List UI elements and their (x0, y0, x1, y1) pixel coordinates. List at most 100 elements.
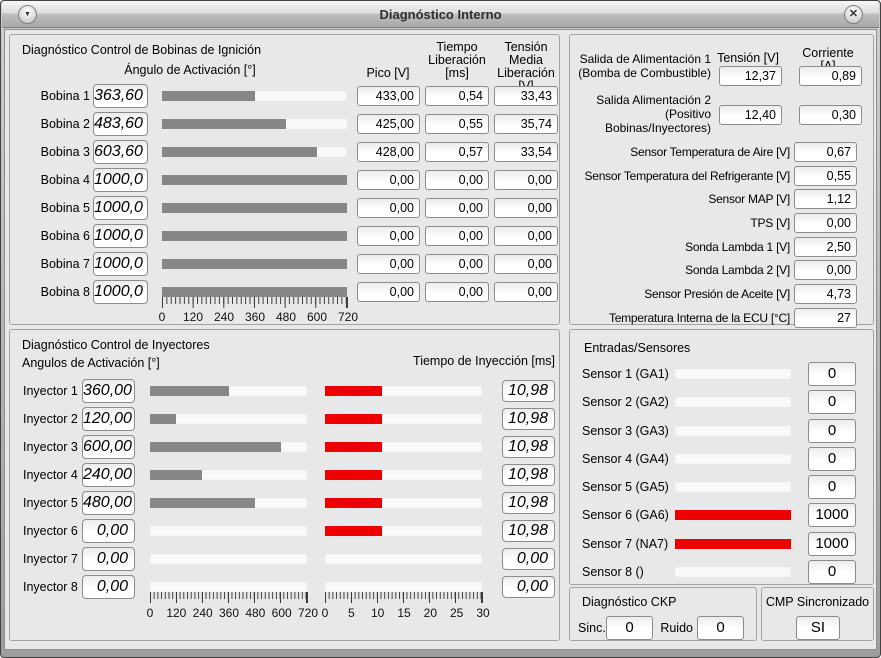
injector-time-value[interactable]: 10,98 (502, 464, 555, 486)
ckp-sync-label: Sinc. (578, 616, 605, 640)
coil-angle-input[interactable]: 363,60 (93, 84, 148, 108)
coil-angle-bar (162, 231, 347, 241)
coil-row: Bobina 4 1000,0 0,00 0,00 0,00 (10, 168, 558, 192)
coil-release-time: 0,00 (425, 226, 489, 246)
coils-subtitle: Ángulo de Activación [°] (100, 63, 280, 77)
coil-label: Bobina 2 (10, 112, 90, 136)
injector-time-value[interactable]: 10,98 (502, 436, 555, 458)
injector-time-bar (325, 526, 482, 536)
ckp-noise-label: Ruido (659, 616, 693, 640)
tick-label: 360 (219, 606, 239, 620)
injector-time-value[interactable]: 10,98 (502, 492, 555, 514)
power-header-voltage: Tensión [V] (715, 52, 781, 65)
coil-row: Bobina 7 1000,0 0,00 0,00 0,00 (10, 252, 558, 276)
inputs-panel: Entradas/Sensores Sensor 1 (GA1) 0 Senso… (569, 329, 874, 585)
input-sensor-bar (675, 369, 791, 379)
coils-header-release-time: Tiempo Liberación [ms] (424, 41, 490, 80)
analog-sensor-value: 2,50 (794, 237, 857, 257)
power-output1-label-line2: (Bomba de Combustible) (570, 66, 711, 80)
coil-angle-input[interactable]: 1000,0 (93, 252, 148, 276)
input-sensor-value: 1000 (808, 503, 856, 527)
analog-sensor-row: Sensor Presión de Aceite [V] 4,73 (570, 284, 857, 304)
injector-row: Inyector 2 120,00 10,98 (10, 407, 555, 431)
injector-row: Inyector 7 0,00 0,00 (10, 547, 555, 571)
coil-row: Bobina 2 483,60 425,00 0,55 35,74 (10, 112, 558, 136)
injectors-rows: Inyector 1 360,00 10,98 Inyector 2 120, (10, 379, 555, 599)
injector-row: Inyector 4 240,00 10,98 (10, 463, 555, 487)
coil-angle-bar (162, 259, 347, 269)
injector-angle-input[interactable]: 600,00 (82, 435, 135, 459)
coil-row: Bobina 6 1000,0 0,00 0,00 0,00 (10, 224, 558, 248)
coil-angle-input[interactable]: 1000,0 (93, 168, 148, 192)
tick-label: 0 (322, 606, 329, 620)
analog-sensor-value: 0,67 (794, 142, 857, 162)
analog-sensor-label: Temperatura Interna de la ECU [°C] (570, 308, 790, 328)
injector-time-value[interactable]: 10,98 (502, 408, 555, 430)
injector-angle-input[interactable]: 480,00 (82, 491, 135, 515)
input-sensor-row: Sensor 1 (GA1) 0 (570, 362, 856, 386)
cmp-panel: CMP Sincronizado SI (761, 587, 874, 641)
tick-label: 20 (424, 606, 437, 620)
injector-label: Inyector 8 (23, 575, 77, 599)
coil-label: Bobina 8 (10, 280, 90, 304)
coil-release-time: 0,57 (425, 142, 489, 162)
bar-fill (675, 510, 791, 520)
close-button[interactable]: ✕ (844, 5, 863, 24)
analog-sensor-value: 1,12 (794, 189, 857, 209)
coils-angle-tick-labels: 0120240360480600720 (162, 310, 348, 324)
tick-label: 240 (193, 606, 213, 620)
tick-label: 600 (307, 310, 327, 324)
analog-sensor-value: 27 (794, 308, 857, 328)
bar-fill (325, 414, 382, 424)
coil-angle-input[interactable]: 1000,0 (93, 280, 148, 304)
coil-angle-input[interactable]: 1000,0 (93, 224, 148, 248)
coil-peak-voltage: 425,00 (357, 114, 420, 134)
injector-time-value[interactable]: 0,00 (502, 576, 555, 598)
injector-time-value[interactable]: 0,00 (502, 548, 555, 570)
injector-angle-input[interactable]: 0,00 (82, 519, 135, 543)
injector-angle-bar (150, 442, 307, 452)
input-sensor-label: Sensor 8 () (582, 560, 670, 584)
coil-angle-input[interactable]: 603,60 (93, 140, 148, 164)
coil-release-time: 0,55 (425, 114, 489, 134)
injector-angle-input[interactable]: 0,00 (82, 575, 135, 599)
injector-row: Inyector 6 0,00 10,98 (10, 519, 555, 543)
bar-fill (162, 91, 255, 101)
injector-time-bar (325, 386, 482, 396)
analog-sensor-label: Sensor Temperatura de Aire [V] (570, 142, 790, 162)
analog-sensor-row: Sensor Temperatura de Aire [V] 0,67 (570, 142, 857, 162)
input-sensor-value: 0 (808, 390, 856, 414)
input-sensor-row: Sensor 3 (GA3) 0 (570, 419, 856, 443)
bar-fill (325, 442, 382, 452)
ckp-sync-value: 0 (606, 616, 653, 640)
analog-sensor-value: 0,00 (794, 260, 857, 280)
injector-angle-input[interactable]: 240,00 (82, 463, 135, 487)
coil-angle-input[interactable]: 1000,0 (93, 196, 148, 220)
analog-sensor-label: Sonda Lambda 1 [V] (570, 237, 790, 257)
input-sensor-bar (675, 397, 791, 407)
injector-time-bar (325, 442, 482, 452)
close-icon: ✕ (845, 6, 862, 23)
analog-sensor-row: Sonda Lambda 1 [V] 2,50 (570, 237, 857, 257)
injector-angle-input[interactable]: 360,00 (82, 379, 135, 403)
coil-label: Bobina 4 (10, 168, 90, 192)
injector-angle-input[interactable]: 0,00 (82, 547, 135, 571)
coil-peak-voltage: 0,00 (357, 226, 420, 246)
input-sensor-row: Sensor 6 (GA6) 1000 (570, 503, 856, 527)
bar-fill (150, 498, 255, 508)
injector-angle-input[interactable]: 120,00 (82, 407, 135, 431)
coil-label: Bobina 6 (10, 224, 90, 248)
power-output1-current: 0,89 (799, 66, 862, 86)
coil-angle-input[interactable]: 483,60 (93, 112, 148, 136)
coil-release-voltage: 33,54 (494, 142, 558, 162)
injector-time-value[interactable]: 10,98 (502, 380, 555, 402)
coil-angle-bar (162, 287, 347, 297)
tick-label: 0 (159, 310, 166, 324)
injector-time-value[interactable]: 10,98 (502, 520, 555, 542)
injector-label: Inyector 7 (23, 547, 77, 571)
coil-angle-bar (162, 175, 347, 185)
input-sensor-label: Sensor 4 (GA4) (582, 447, 670, 471)
power-output2-label-line2: (Positivo (570, 107, 711, 121)
coil-angle-bar (162, 147, 347, 157)
injector-angle-bar (150, 554, 307, 564)
